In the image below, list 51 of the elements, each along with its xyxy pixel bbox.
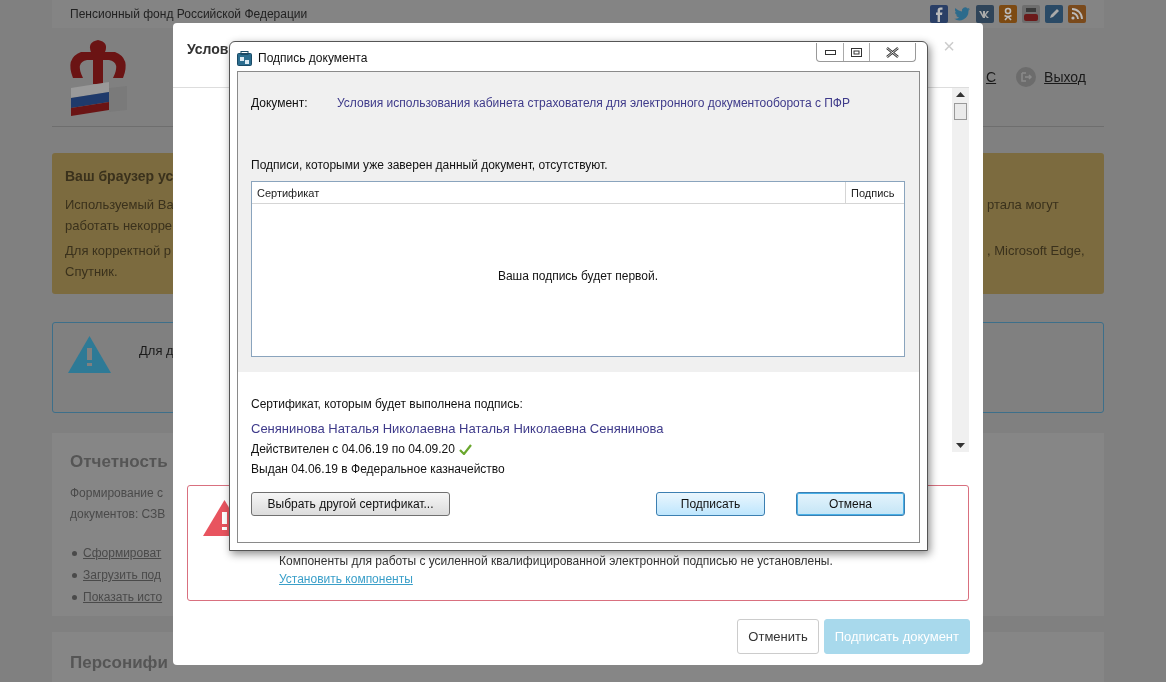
vk-icon[interactable] — [976, 5, 994, 23]
signatures-note: Подписи, которыми уже заверен данный документ, отсутствуют. — [251, 157, 609, 174]
card-link[interactable]: Показать исто — [83, 586, 163, 608]
choose-certificate-button[interactable]: Выбрать другой сертификат... — [251, 492, 450, 516]
install-link[interactable]: Установить компоненты — [279, 570, 413, 588]
warning-text: Спутник. — [65, 263, 118, 281]
certificate-owner: Сенянинова Наталья Николаевна Наталья Николаевна Сенянинова — [251, 420, 665, 438]
warning-title: Ваш браузер ус — [65, 167, 174, 186]
alert-text: Компоненты для работы с усиленной квалифицированной электронной подписью не установлены. — [279, 553, 833, 570]
warning-icon — [68, 336, 111, 373]
certificate-issuer: Выдан 04.06.19 в Федеральное казначейство — [251, 461, 506, 478]
cancel-button[interactable]: Отмена — [796, 492, 905, 516]
ok-icon[interactable] — [999, 5, 1017, 23]
bullet-icon — [72, 572, 77, 578]
warning-text: ртала могут — [987, 196, 1060, 214]
warning-text: работать некорре — [65, 217, 173, 235]
scrollbar[interactable] — [952, 88, 969, 452]
scroll-down-icon[interactable] — [956, 443, 965, 448]
warning-text: , Microsoft Edge, — [987, 242, 1086, 260]
logout-link[interactable]: Выход — [1044, 66, 1086, 88]
certificate-validity: Действителен с 04.06.19 по 04.09.20 — [251, 441, 455, 458]
bullet-icon — [72, 594, 77, 600]
window-title: Подпись документа — [258, 50, 368, 67]
scroll-thumb[interactable] — [954, 103, 967, 120]
site-name: Пенсионный фонд Российской Федерации — [70, 6, 308, 23]
close-icon — [886, 46, 899, 58]
card-text: документов: СЗВ — [70, 506, 166, 523]
app-icon — [237, 50, 252, 66]
maximize-icon — [851, 47, 862, 57]
document-name: Условия использования кабинета страхователя для электронного документооборота с ПФР — [337, 95, 850, 112]
warning-text: Используемый Ва — [65, 196, 174, 214]
minimize-icon — [824, 49, 836, 55]
sign-button[interactable]: Подписать — [656, 492, 765, 516]
scroll-up-icon[interactable] — [956, 92, 965, 97]
rss-icon[interactable] — [1068, 5, 1086, 23]
bullet-icon — [72, 550, 77, 556]
card-link[interactable]: Загрузить под — [83, 564, 162, 586]
certificate-heading: Сертификат, которым будет выполнена подпись: — [251, 396, 524, 413]
pencil-icon[interactable] — [1045, 5, 1063, 23]
cancel-button[interactable]: Отменить — [737, 619, 819, 654]
warning-text: Для корректной р — [65, 242, 172, 260]
nav-link[interactable]: С — [986, 66, 997, 88]
modal-title: Услов — [187, 40, 229, 59]
card-text: Формирование с — [70, 485, 164, 502]
column-header[interactable]: Сертификат — [252, 182, 846, 204]
column-header[interactable]: Подпись — [846, 182, 904, 204]
info-text: Для д — [139, 342, 174, 360]
empty-message: Ваша подпись будет первой. — [497, 268, 659, 285]
facebook-icon[interactable] — [930, 5, 948, 23]
card-link[interactable]: Сформироват — [83, 542, 162, 564]
document-label: Документ: — [251, 95, 309, 112]
